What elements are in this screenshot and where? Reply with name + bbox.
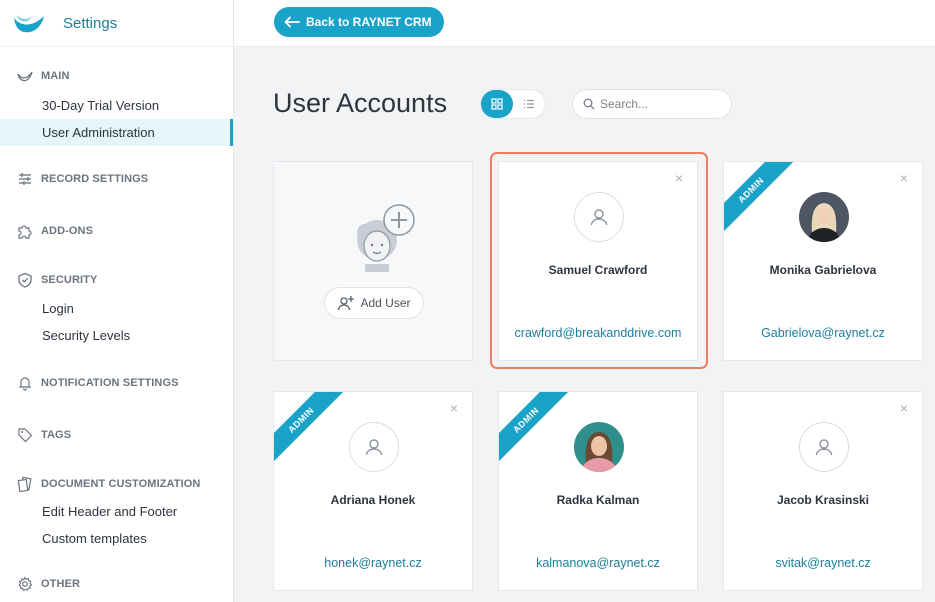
avatar (349, 422, 399, 472)
shield-icon (16, 271, 34, 289)
user-card-jacob-krasinski[interactable]: × Jacob Krasinski svitak@raynet.cz (723, 391, 923, 591)
section-add-ons[interactable]: ADD-ONS (0, 220, 233, 242)
settings-title: Settings (63, 14, 118, 32)
raynet-logo-icon (16, 67, 34, 85)
tag-icon (16, 426, 34, 444)
section-notification-settings[interactable]: NOTIFICATION SETTINGS (0, 372, 233, 394)
section-document-customization: DOCUMENT CUSTOMIZATION (0, 473, 233, 495)
avatar (574, 192, 624, 242)
section-label: MAIN (41, 70, 70, 82)
add-user-button[interactable]: Add User (324, 287, 424, 319)
user-card-adriana-honek[interactable]: ADMIN × Adriana Honek honek@raynet.cz (273, 391, 473, 591)
arrow-left-icon (284, 16, 300, 28)
documents-icon (16, 475, 34, 493)
section-record-settings[interactable]: RECORD SETTINGS (0, 168, 233, 190)
section-main: MAIN (0, 65, 233, 87)
admin-ribbon: ADMIN (724, 162, 794, 232)
user-icon (815, 439, 833, 456)
close-icon[interactable]: × (900, 171, 908, 185)
user-name: Monika Gabrielova (769, 263, 877, 277)
add-user-label: Add User (360, 296, 411, 310)
top-bar: Back to RAYNET CRM (234, 0, 935, 47)
sidebar-item-user-administration[interactable]: User Administration (0, 119, 233, 146)
user-plus-icon (338, 296, 355, 311)
back-button-label: Back to RAYNET CRM (306, 15, 432, 29)
list-view-button[interactable] (513, 90, 545, 118)
user-email[interactable]: kalmanova@raynet.cz (499, 556, 697, 570)
add-user-card[interactable]: Add User (273, 161, 473, 361)
section-label: TAGS (41, 429, 72, 441)
gear-icon (16, 575, 34, 593)
sidebar: Settings MAIN 30-Day Trial Version User … (0, 0, 234, 602)
list-icon (524, 99, 534, 109)
close-icon[interactable]: × (675, 171, 683, 185)
profile-photo (574, 422, 624, 472)
sidebar-item-trial[interactable]: 30-Day Trial Version (0, 92, 233, 119)
user-card-monika-gabrielova[interactable]: ADMIN × Monika Gabrielova Gabrielova@ray… (723, 161, 923, 361)
admin-ribbon: ADMIN (499, 392, 569, 462)
admin-badge: ADMIN (499, 392, 569, 462)
user-icon (365, 439, 383, 456)
search-icon (583, 98, 595, 110)
sidebar-item-login[interactable]: Login (0, 295, 233, 322)
profile-photo (799, 192, 849, 242)
admin-badge: ADMIN (724, 162, 794, 232)
section-label: ADD-ONS (41, 225, 94, 237)
user-name: Adriana Honek (330, 493, 416, 507)
user-name: Jacob Krasinski (776, 493, 870, 507)
user-card-radka-kalman[interactable]: ADMIN Radka Kalman kalmanova@raynet.cz (498, 391, 698, 591)
sidebar-item-edit-header-footer[interactable]: Edit Header and Footer (0, 498, 233, 525)
section-other[interactable]: OTHER (0, 573, 233, 595)
user-email[interactable]: crawford@breakanddrive.com (499, 326, 697, 340)
search-input[interactable] (600, 97, 720, 111)
bell-icon (16, 374, 34, 392)
puzzle-icon (16, 222, 34, 240)
admin-ribbon: ADMIN (274, 392, 344, 462)
grid-view-button[interactable] (481, 90, 513, 118)
user-email[interactable]: Gabrielova@raynet.cz (724, 326, 922, 340)
section-label: SECURITY (41, 274, 98, 286)
admin-badge: ADMIN (274, 392, 344, 462)
raynet-logo[interactable] (12, 12, 46, 34)
user-name: Radka Kalman (556, 493, 640, 507)
page-title: User Accounts (273, 88, 448, 118)
add-user-illustration (357, 204, 415, 272)
section-tags[interactable]: TAGS (0, 424, 233, 446)
close-icon[interactable]: × (900, 401, 908, 415)
section-label: NOTIFICATION SETTINGS (41, 377, 179, 389)
user-email[interactable]: honek@raynet.cz (274, 556, 472, 570)
avatar-photo (799, 192, 849, 242)
section-security: SECURITY (0, 269, 233, 291)
brand-header: Settings (0, 0, 233, 47)
user-email[interactable]: svitak@raynet.cz (724, 556, 922, 570)
sliders-icon (16, 170, 34, 188)
sidebar-item-custom-templates[interactable]: Custom templates (0, 525, 233, 552)
user-name: Samuel Crawford (548, 263, 648, 277)
search-box (572, 89, 732, 119)
grid-icon (491, 98, 503, 110)
sidebar-item-security-levels[interactable]: Security Levels (0, 322, 233, 349)
view-toggle (480, 89, 546, 119)
section-label: OTHER (41, 578, 80, 590)
user-card-samuel-crawford[interactable]: × Samuel Crawford crawford@breakanddrive… (498, 161, 698, 361)
user-icon (590, 209, 608, 226)
section-label: RECORD SETTINGS (41, 173, 149, 185)
section-label: DOCUMENT CUSTOMIZATION (41, 478, 201, 490)
avatar-photo (574, 422, 624, 472)
close-icon[interactable]: × (450, 401, 458, 415)
avatar (799, 422, 849, 472)
back-to-crm-button[interactable]: Back to RAYNET CRM (274, 7, 444, 37)
